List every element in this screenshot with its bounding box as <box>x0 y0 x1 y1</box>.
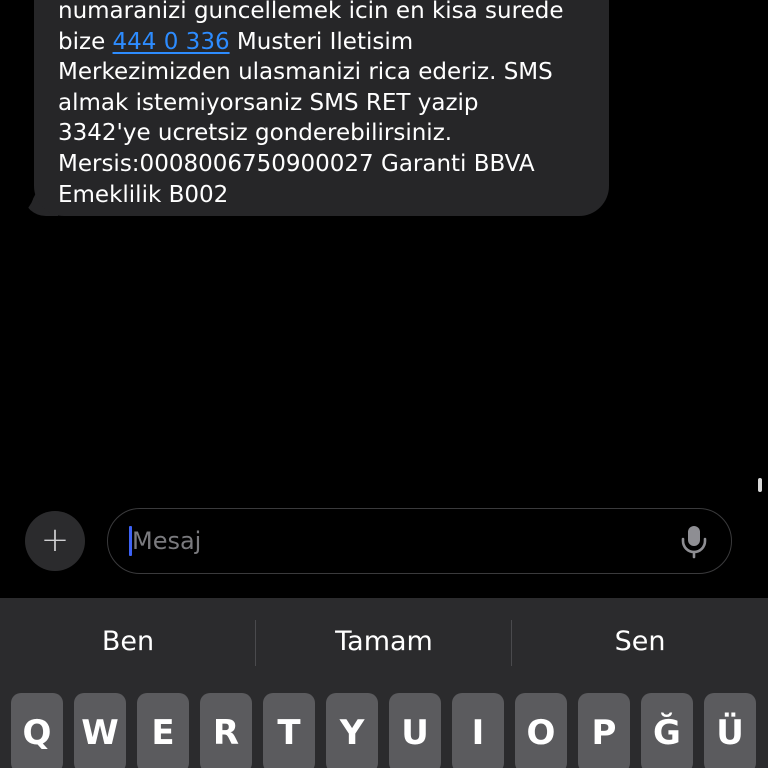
add-attachment-button[interactable]: + <box>25 511 85 571</box>
messages-screen: numaranizi guncellemek icin en kisa sure… <box>0 0 768 768</box>
key-u[interactable]: U <box>389 693 441 768</box>
key-p[interactable]: P <box>578 693 630 768</box>
key-y[interactable]: Y <box>326 693 378 768</box>
key-u-umlaut[interactable]: Ü <box>704 693 756 768</box>
key-q[interactable]: Q <box>11 693 63 768</box>
message-line-2-rest: Musteri Iletisim <box>236 28 414 55</box>
microphone-icon[interactable] <box>680 525 708 559</box>
message-input[interactable]: Mesaj <box>107 508 732 574</box>
key-i[interactable]: I <box>452 693 504 768</box>
key-t[interactable]: T <box>263 693 315 768</box>
key-o[interactable]: O <box>515 693 567 768</box>
message-line-3: Merkezimizden ulasmanizi rica ederiz. SM… <box>58 59 553 86</box>
suggestion-ben[interactable]: Ben <box>0 622 256 662</box>
key-w[interactable]: W <box>74 693 126 768</box>
message-line-1: numaranizi guncellemek icin en kisa sure… <box>58 0 564 24</box>
suggestion-tamam[interactable]: Tamam <box>256 622 512 662</box>
message-line-7: Emeklilik B002 <box>58 181 229 208</box>
incoming-message-bubble[interactable]: numaranizi guncellemek icin en kisa sure… <box>34 0 609 216</box>
key-e[interactable]: E <box>137 693 189 768</box>
message-placeholder: Mesaj <box>132 527 202 555</box>
scroll-indicator[interactable] <box>758 478 762 492</box>
keyboard: Ben Tamam Sen Q W E R T Y U I O P Ğ Ü <box>0 598 768 768</box>
key-r[interactable]: R <box>200 693 252 768</box>
message-line-5: 3342'ye ucretsiz gonderebilirsiniz. <box>58 120 453 147</box>
key-g-breve[interactable]: Ğ <box>641 693 693 768</box>
plus-icon: + <box>40 520 70 560</box>
message-line-2-prefix: bize <box>58 28 113 55</box>
phone-number-link[interactable]: 444 0 336 <box>113 29 230 55</box>
message-line-6: Mersis:0008006750900027 Garanti BBVA <box>58 150 535 177</box>
suggestion-sen[interactable]: Sen <box>512 622 768 662</box>
message-line-4: almak istemiyorsaniz SMS RET yazip <box>58 89 479 116</box>
